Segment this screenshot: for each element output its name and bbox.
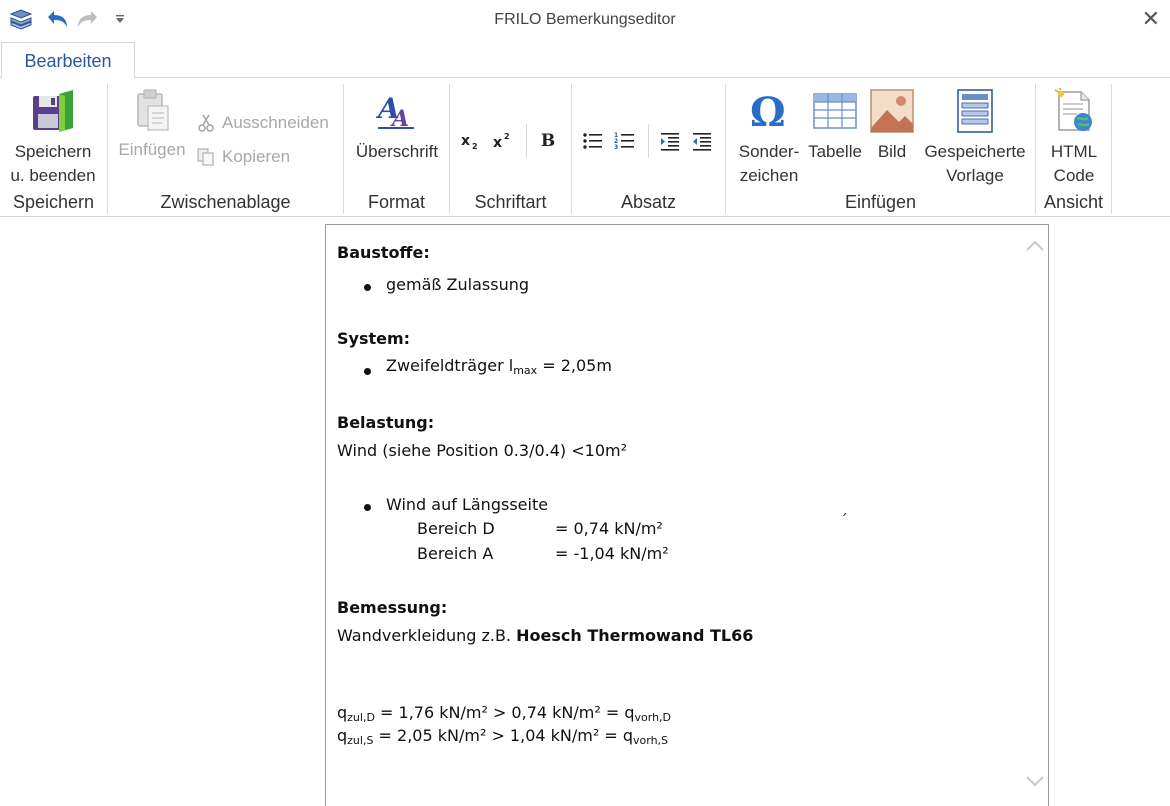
paste-button-label: Einfügen xyxy=(118,140,186,159)
table-button[interactable]: Tabelle xyxy=(806,88,864,164)
ribbon: Speichern u. beenden Speichern Einfügen … xyxy=(0,78,1170,217)
heading-system: System: xyxy=(337,329,411,348)
group-absatz: 1 2 3 Absatz xyxy=(572,84,726,214)
group-label-ansicht: Ansicht xyxy=(1043,192,1104,212)
paragraph-wind: Wind (siehe Position 0.3/0.4) <10m² xyxy=(337,441,627,460)
tab-bar: Bearbeiten xyxy=(0,40,1170,79)
list-item-zweifeld: Zweifeldträger lmax = 2,05m xyxy=(386,356,612,377)
svg-text:2: 2 xyxy=(504,132,510,141)
heading-belastung: Belastung: xyxy=(337,413,435,432)
formula-q-zul-s: qzul,S = 2,05 kN/m² > 1,04 kN/m² = qvorh… xyxy=(337,726,669,747)
group-label-speichern: Speichern xyxy=(12,192,95,212)
bold-button[interactable]: B xyxy=(535,128,561,154)
html-code-label-2: Code xyxy=(1053,166,1095,185)
group-label-absatz: Absatz xyxy=(620,192,677,212)
cut-button-label: Ausschneiden xyxy=(222,113,329,132)
svg-text:2: 2 xyxy=(472,142,478,151)
html-code-label: HTML xyxy=(1050,142,1098,161)
image-button-label: Bild xyxy=(877,142,907,161)
image-button[interactable]: Bild xyxy=(864,88,920,164)
numbered-list-icon[interactable]: 1 2 3 xyxy=(612,128,638,154)
workspace: Baustoffe: gemäß Zulassung System: Zweif… xyxy=(0,217,1170,806)
bullet-list-icon[interactable] xyxy=(580,128,606,154)
bullet-marker xyxy=(364,368,371,375)
window-title: FRILO Bemerkungseditor xyxy=(494,11,676,28)
paste-button[interactable]: Einfügen xyxy=(116,88,188,162)
special-character-label-2: zeichen xyxy=(739,166,799,185)
title-bar: FRILO Bemerkungseditor ✕ xyxy=(0,0,1170,40)
bullet-marker xyxy=(364,504,371,511)
copy-button-label: Kopieren xyxy=(222,147,291,166)
group-speichern: Speichern u. beenden Speichern xyxy=(0,84,108,214)
bullet-marker xyxy=(364,284,371,291)
template-icon xyxy=(957,89,993,133)
html-code-icon xyxy=(1054,88,1092,131)
copy-icon xyxy=(197,148,214,166)
bereich-a-value: = -1,04 kN/m² xyxy=(555,544,669,563)
image-icon xyxy=(870,89,914,133)
group-label-schriftart: Schriftart xyxy=(474,192,547,212)
bereich-d-value: = 0,74 kN/m² xyxy=(555,519,663,538)
tab-bearbeiten[interactable]: Bearbeiten xyxy=(1,42,135,79)
scroll-up-icon[interactable] xyxy=(1022,233,1048,259)
list-item-wind-laengs: Wind auf Längsseite xyxy=(386,495,549,514)
group-label-einfuegen: Einfügen xyxy=(844,192,917,212)
saved-template-button[interactable]: Gespeicherte Vorlage xyxy=(920,88,1030,188)
saved-template-label: Gespeicherte xyxy=(924,142,1026,161)
paste-icon xyxy=(137,89,169,131)
group-zwischenablage: Einfügen Ausschneiden Kopieren Zwischena… xyxy=(108,84,344,214)
separator xyxy=(526,124,527,158)
svg-text:x: x xyxy=(493,135,502,151)
heading-button-label: Überschrift xyxy=(355,142,439,161)
table-icon xyxy=(813,93,857,129)
group-einfuegen: Ω Sonder- zeichen Tabelle Bild Gespeiche… xyxy=(726,84,1036,214)
special-character-label: Sonder- xyxy=(738,142,800,161)
saved-template-label-2: Vorlage xyxy=(946,166,1004,185)
svg-text:x: x xyxy=(461,133,470,149)
heading-bemessung: Bemessung: xyxy=(337,598,448,617)
paragraph-wandverkleidung: Wandverkleidung z.B. Hoesch Thermowand T… xyxy=(337,626,754,645)
special-character-button[interactable]: Ω Sonder- zeichen xyxy=(730,88,808,188)
save-button-label: Speichern xyxy=(14,142,92,161)
group-label-format: Format xyxy=(367,192,425,212)
group-format: A A Überschrift Format xyxy=(344,84,450,214)
group-ansicht: HTML Code Ansicht xyxy=(1036,84,1112,214)
indent-decrease-icon[interactable] xyxy=(689,128,715,154)
stray-mark: ´ xyxy=(840,511,848,530)
save-and-close-button[interactable]: Speichern u. beenden xyxy=(6,88,100,188)
separator xyxy=(648,124,649,158)
cut-button[interactable]: Ausschneiden xyxy=(196,113,329,133)
svg-text:Ω: Ω xyxy=(750,89,786,134)
copy-button[interactable]: Kopieren xyxy=(196,147,290,167)
close-icon[interactable]: ✕ xyxy=(1142,6,1160,32)
bereich-d-name: Bereich D xyxy=(417,519,495,538)
rich-text-editor[interactable]: Baustoffe: gemäß Zulassung System: Zweif… xyxy=(325,224,1049,806)
svg-text:3: 3 xyxy=(614,144,618,151)
save-button-label-2: u. beenden xyxy=(10,166,96,185)
group-label-zwischenablage: Zwischenablage xyxy=(160,192,291,212)
html-code-button[interactable]: HTML Code xyxy=(1040,88,1108,188)
superscript-icon[interactable]: x2 xyxy=(490,128,516,154)
subscript-icon[interactable]: x2 xyxy=(458,128,484,154)
bereich-a-name: Bereich A xyxy=(417,544,494,563)
scroll-down-icon[interactable] xyxy=(1022,768,1048,794)
formula-q-zul-d: qzul,D = 1,76 kN/m² > 0,74 kN/m² = qvorh… xyxy=(337,703,672,724)
indent-increase-icon[interactable] xyxy=(657,128,683,154)
heading-baustoffe: Baustoffe: xyxy=(337,243,430,262)
group-schriftart: x2 x2 B Schriftart xyxy=(450,84,572,214)
omega-icon: Ω xyxy=(750,89,786,134)
scissors-icon xyxy=(198,114,214,132)
list-item-zulassung: gemäß Zulassung xyxy=(386,275,530,294)
heading-button[interactable]: A A Überschrift xyxy=(348,88,446,164)
table-button-label: Tabelle xyxy=(808,142,862,161)
heading-icon: A A xyxy=(375,92,414,132)
save-icon xyxy=(33,90,73,132)
